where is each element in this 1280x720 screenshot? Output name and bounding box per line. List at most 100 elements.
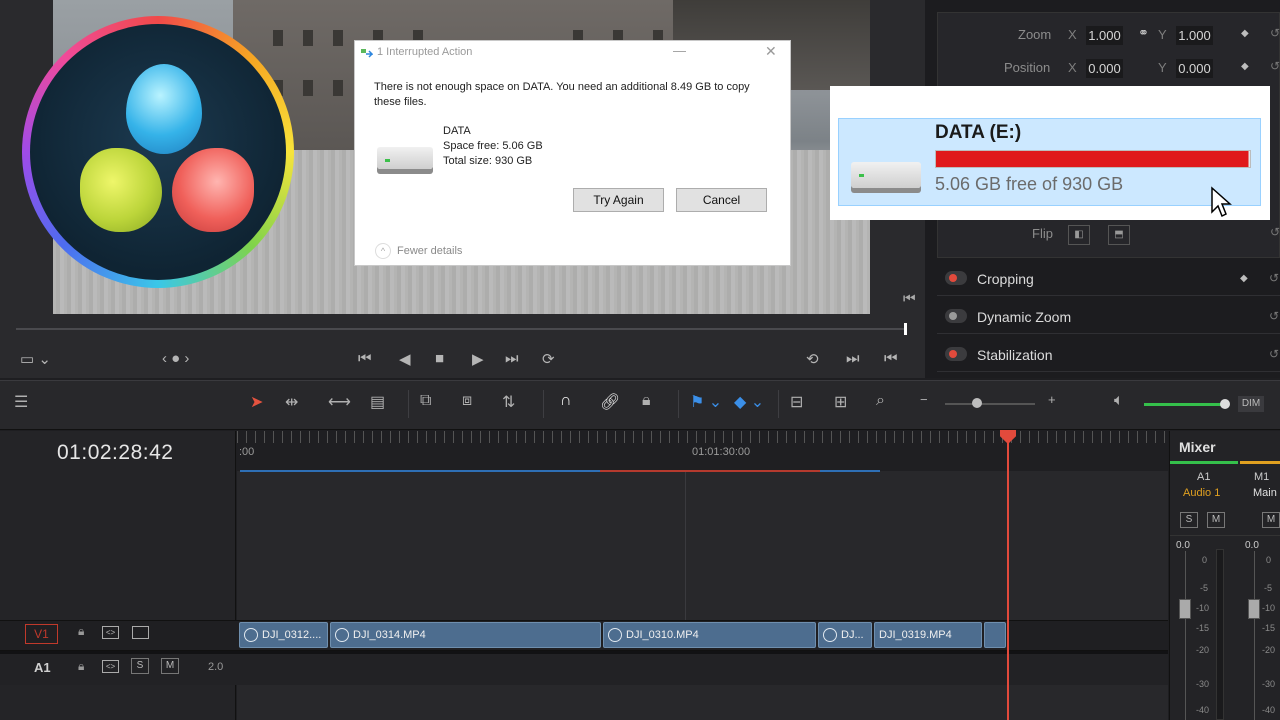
overwrite-clip-icon[interactable]: ⧈ <box>462 392 472 410</box>
jump-to-end-icon[interactable]: ⏮ <box>903 290 916 307</box>
timeline-view-icon[interactable]: ☰ <box>14 392 28 412</box>
dim-button[interactable]: DIM <box>1238 396 1264 412</box>
zoom-y-field[interactable]: 1.000 <box>1176 26 1213 45</box>
zoom-slider-knob[interactable] <box>972 398 982 408</box>
zoom-slider-track[interactable] <box>945 403 1035 405</box>
position-x-field[interactable]: 0.000 <box>1086 59 1123 78</box>
db-mark: 0 <box>1202 555 1208 565</box>
playhead-line[interactable] <box>1007 432 1009 720</box>
selection-tool-icon[interactable]: ➤ <box>250 392 263 412</box>
volume-knob[interactable] <box>1220 399 1230 409</box>
stabilization-section[interactable]: Stabilization ↺ <box>937 338 1280 372</box>
mixer-mute-button[interactable]: M <box>1207 512 1225 528</box>
drive-callout: DATA (E:) 5.06 GB free of 930 GB <box>830 86 1270 220</box>
link-icon[interactable]: ⚭ <box>1138 25 1149 41</box>
solo-button[interactable]: S <box>131 658 149 674</box>
next-clip-icon[interactable]: ⏭ <box>846 350 860 367</box>
play-icon[interactable]: ▶ <box>472 350 484 368</box>
zoom-custom-icon[interactable]: ⌕ <box>876 392 885 410</box>
timeline-clip[interactable]: DJ... <box>818 622 872 648</box>
stabilization-toggle[interactable] <box>945 347 967 361</box>
viewer-options-icon[interactable]: ▭ ⌄ <box>20 350 51 368</box>
m1-fader-knob[interactable] <box>1248 599 1260 619</box>
lock-icon[interactable]: 🔒︎ <box>78 624 84 639</box>
timeline-clip[interactable]: DJI_0312.... <box>239 622 328 648</box>
m1-fader-track[interactable] <box>1254 551 1255 720</box>
zoom-detail-icon[interactable]: ⊞ <box>834 392 847 412</box>
reset-icon[interactable]: ↺ <box>1269 309 1279 323</box>
dynamic-zoom-toggle[interactable] <box>945 309 967 323</box>
play-reverse-icon[interactable]: ◀ <box>399 350 411 368</box>
auto-select-icon[interactable]: <> <box>102 626 119 639</box>
insert-clip-icon[interactable]: ⧉ <box>420 392 431 410</box>
keyframe-diamond-icon[interactable]: ◆ <box>1241 61 1249 72</box>
trim-tool-icon[interactable]: ⇹ <box>285 392 298 412</box>
timecode-display[interactable]: 01:02:28:42 <box>57 441 173 465</box>
cancel-button[interactable]: Cancel <box>676 188 767 212</box>
replace-clip-icon[interactable]: ⇅ <box>502 392 515 412</box>
db-mark: -10 <box>1196 603 1210 613</box>
flip-horizontal-button[interactable]: ◧ <box>1068 225 1090 245</box>
timeline-clip[interactable]: DJI_0310.MP4 <box>603 622 816 648</box>
position-lock-icon[interactable]: 🔒︎ <box>642 392 651 410</box>
reset-icon[interactable]: ↺ <box>1270 225 1280 239</box>
mixer-solo-button[interactable]: S <box>1180 512 1198 528</box>
flag-icon[interactable]: ⚑ ⌄ <box>690 392 722 412</box>
timeline-clip[interactable]: DJI_0314.MP4 <box>330 622 601 648</box>
close-button[interactable]: ✕ <box>765 43 777 60</box>
marker-icon[interactable]: ◆ ⌄ <box>734 392 764 412</box>
zoom-x-field[interactable]: 1.000 <box>1086 26 1123 45</box>
keyframe-diamond-icon[interactable]: ◆ <box>1240 273 1248 284</box>
db-mark: -30 <box>1196 679 1210 689</box>
position-y-field[interactable]: 0.000 <box>1176 59 1213 78</box>
auto-select-icon[interactable]: <> <box>102 660 119 673</box>
dialog-message: There is not enough space on DATA. You n… <box>374 81 750 108</box>
a1-fader-knob[interactable] <box>1179 599 1191 619</box>
track-audio1-label: Audio 1 <box>1183 487 1221 499</box>
try-again-button[interactable]: Try Again <box>573 188 664 212</box>
reset-icon[interactable]: ↺ <box>1270 26 1280 40</box>
fewer-details-toggle[interactable]: ^ Fewer details <box>375 243 462 259</box>
keyframe-diamond-icon[interactable]: ◆ <box>1241 28 1249 39</box>
cropping-toggle[interactable] <box>945 271 967 285</box>
dynamic-zoom-section[interactable]: Dynamic Zoom ↺ <box>937 300 1280 334</box>
volume-slider[interactable] <box>1144 403 1224 406</box>
linked-selection-icon[interactable]: 🔗︎ <box>600 392 620 412</box>
drive-tile[interactable]: DATA (E:) 5.06 GB free of 930 GB <box>838 118 1261 206</box>
mixer-m1-level: 0.0 <box>1245 540 1259 551</box>
volume-icon[interactable]: 🔈︎ <box>1114 392 1124 410</box>
a1-track-label[interactable]: A1 <box>34 660 51 675</box>
flip-vertical-button[interactable]: ⬒ <box>1108 225 1130 245</box>
scrubber-bar[interactable] <box>16 328 906 330</box>
space-free: Space free: 5.06 GB <box>443 140 543 152</box>
track-visibility-icon[interactable] <box>132 626 149 639</box>
reset-icon[interactable]: ↺ <box>1270 59 1280 73</box>
timeline-clip[interactable]: DJI_0319.MP4 <box>874 622 982 648</box>
mixer-mute-button[interactable]: M <box>1262 512 1280 528</box>
loop-icon[interactable]: ⟳ <box>542 350 555 368</box>
reset-icon[interactable]: ↺ <box>1269 347 1279 361</box>
skip-forward-icon[interactable]: ⏭ <box>505 350 519 367</box>
blade-tool-icon[interactable]: ▤ <box>370 392 385 412</box>
davinci-resolve-logo <box>22 16 294 288</box>
lock-icon[interactable]: 🔒︎ <box>78 659 84 674</box>
timeline-clip[interactable] <box>984 622 1006 648</box>
match-frame-icon[interactable]: ⟲ <box>806 350 819 368</box>
reset-icon[interactable]: ↺ <box>1269 271 1279 285</box>
cropping-section[interactable]: Cropping ◆ ↺ <box>937 262 1280 296</box>
snapping-icon[interactable]: ∩ <box>560 392 572 410</box>
mute-button[interactable]: M <box>161 658 179 674</box>
dynamic-trim-icon[interactable]: ⟷ <box>328 392 351 412</box>
skip-back-icon[interactable]: ⏮ <box>358 350 372 367</box>
minimize-button[interactable]: — <box>673 43 686 58</box>
jog-control[interactable]: ‹ ● › <box>162 350 189 367</box>
previous-clip-icon[interactable]: ⏮ <box>884 350 898 367</box>
scrubber-head[interactable] <box>904 323 907 335</box>
ruler-start-label: :00 <box>239 446 255 458</box>
zoom-full-icon[interactable]: ⊟ <box>790 392 803 412</box>
zoom-out-icon[interactable]: − <box>920 392 928 407</box>
stop-icon[interactable]: ■ <box>435 350 444 367</box>
zoom-in-icon[interactable]: + <box>1048 392 1056 407</box>
v1-track-label[interactable]: V1 <box>25 624 58 644</box>
a1-fader-track[interactable] <box>1185 551 1186 720</box>
